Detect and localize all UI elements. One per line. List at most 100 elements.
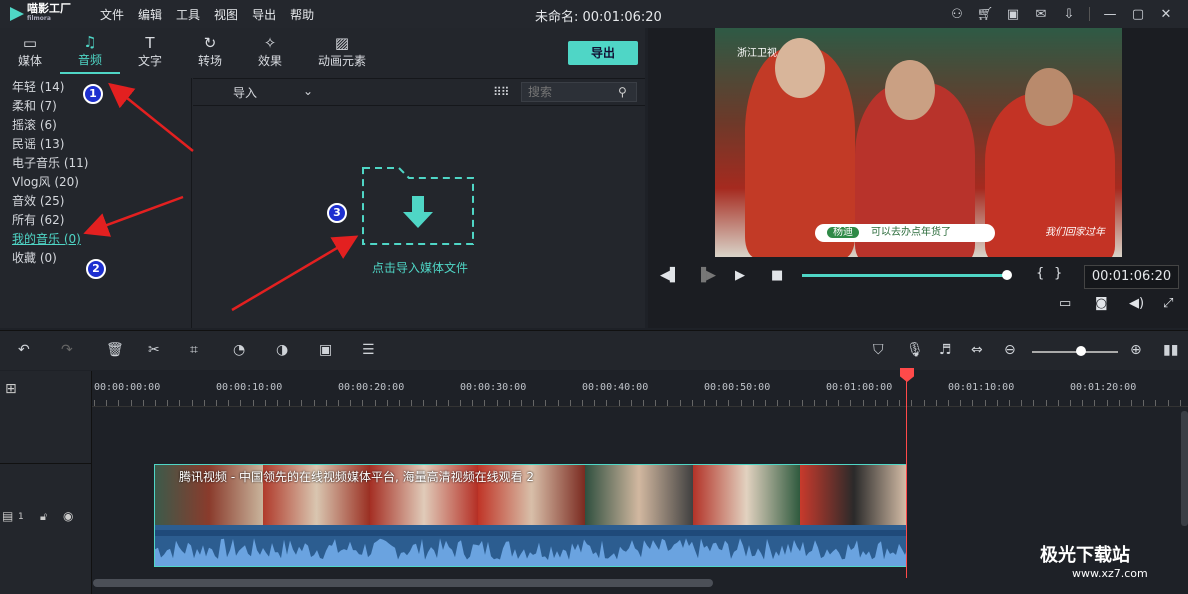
mark-out-icon[interactable]: } xyxy=(1054,266,1062,281)
ruler-tick xyxy=(838,400,840,406)
fit-icon[interactable]: ⇔ xyxy=(971,342,983,358)
menu-export[interactable]: 导出 xyxy=(252,6,276,23)
zoom-out-icon[interactable]: ⊖ xyxy=(1004,342,1016,358)
track-number: 1 xyxy=(18,512,24,522)
ruler-label: 00:00:10:00 xyxy=(216,382,283,393)
tab-transition[interactable]: ↻ 转场 xyxy=(180,28,240,74)
ruler-tick xyxy=(533,400,535,406)
category-item[interactable]: 所有 (62) xyxy=(0,211,191,230)
empty-track-header xyxy=(0,407,92,464)
grid-view-icon[interactable]: ⠿⠿ xyxy=(493,85,510,99)
redo-icon[interactable]: ↷ xyxy=(61,342,73,358)
menu-edit[interactable]: 编辑 xyxy=(138,6,162,23)
user-icon[interactable]: ⚇ xyxy=(943,7,971,22)
color-icon[interactable]: ◑ xyxy=(276,342,288,358)
cart-icon[interactable]: 🛒︎ xyxy=(971,7,999,22)
menu-view[interactable]: 视图 xyxy=(214,6,238,23)
speed-icon[interactable]: ◔ xyxy=(233,342,245,358)
close-icon[interactable]: ✕ xyxy=(1152,7,1180,22)
delete-icon[interactable]: 🗑︎ xyxy=(106,342,124,358)
tab-text[interactable]: T 文字 xyxy=(120,28,180,74)
crop-icon[interactable]: ⌗ xyxy=(190,342,198,358)
category-item[interactable]: 民谣 (13) xyxy=(0,135,191,154)
folder-drop-icon[interactable] xyxy=(361,166,475,246)
video-track-icon: ▤ xyxy=(2,509,14,523)
category-item[interactable]: 摇滚 (6) xyxy=(0,116,191,135)
prev-frame-icon[interactable]: ◀▌ xyxy=(660,268,680,283)
minimize-icon[interactable]: — xyxy=(1096,7,1124,22)
category-item[interactable]: Vlog风 (20) xyxy=(0,173,191,192)
ruler-tick xyxy=(1009,400,1010,406)
maximize-icon[interactable]: ▢ xyxy=(1124,7,1152,22)
tab-effects[interactable]: ✧ 效果 xyxy=(240,28,300,74)
playhead[interactable] xyxy=(906,371,907,578)
mail-icon[interactable]: ✉ xyxy=(1027,7,1055,22)
ruler-tick xyxy=(1143,400,1145,406)
download-icon[interactable]: ⇩ xyxy=(1055,7,1083,22)
ruler-tick xyxy=(1070,400,1071,406)
category-item[interactable]: 电子音乐 (11) xyxy=(0,154,191,173)
document-title: 未命名: 00:01:06:20 xyxy=(535,10,662,25)
ruler-tick xyxy=(362,400,364,406)
adjust-icon[interactable]: ☰ xyxy=(362,342,375,358)
marker-icon[interactable]: ⛉ xyxy=(873,342,884,358)
lock-icon[interactable]: 🔓︎ xyxy=(40,510,47,524)
timeline-vertical-scrollbar[interactable] xyxy=(1181,411,1188,526)
playback-progress[interactable] xyxy=(802,274,1007,277)
progress-handle[interactable] xyxy=(1002,270,1012,280)
track-headers: ⊞ ▤ 1 🔓︎ ◉ xyxy=(0,371,92,594)
category-my-music[interactable]: 我的音乐 (0) xyxy=(0,230,191,249)
snapshot-icon[interactable]: ◙ xyxy=(1095,296,1108,311)
menu-tools[interactable]: 工具 xyxy=(176,6,200,23)
video-figure xyxy=(775,38,825,98)
ruler-tick xyxy=(728,400,730,406)
export-button[interactable]: 导出 xyxy=(568,41,638,65)
tab-audio[interactable]: ♫ 音频 xyxy=(60,28,120,74)
render-icon[interactable]: ▭ xyxy=(1059,296,1071,311)
ruler-tick xyxy=(1094,400,1096,406)
ruler-tick xyxy=(850,400,852,406)
ruler-tick xyxy=(350,400,352,406)
ruler-tick xyxy=(630,400,632,406)
tab-elements[interactable]: ▨ 动画元素 xyxy=(300,28,384,74)
ruler-tick xyxy=(338,400,339,406)
add-track-icon[interactable]: ⊞ xyxy=(5,381,17,397)
stop-icon[interactable]: ■ xyxy=(771,268,783,283)
menu-file[interactable]: 文件 xyxy=(100,6,124,23)
import-dropdown[interactable]: 导入 ⌄ xyxy=(233,84,313,101)
panel-layout-icon[interactable]: ▮▮ xyxy=(1163,342,1178,358)
category-item[interactable]: 音效 (25) xyxy=(0,192,191,211)
timeline: ⊞ ▤ 1 🔓︎ ◉ 00:00:00:00 00:00:10:00 00:00… xyxy=(0,368,1188,594)
fullscreen-icon[interactable]: ⤢ xyxy=(1163,296,1173,311)
audio-mixer-icon[interactable]: ♬ xyxy=(939,342,952,358)
logo-subtext: filmora xyxy=(27,15,51,22)
undo-icon[interactable]: ↶ xyxy=(18,342,30,358)
chevron-down-icon: ⌄ xyxy=(302,83,313,98)
video-clip[interactable]: 腾讯视频 - 中国领先的在线视频媒体平台, 海量高清视频在线观看 2 xyxy=(154,464,907,567)
time-ruler[interactable]: 00:00:00:00 00:00:10:00 00:00:20:00 00:0… xyxy=(92,371,1188,407)
clip-thumbnail xyxy=(585,465,693,525)
cut-icon[interactable]: ✂ xyxy=(148,342,160,358)
video-preview: 浙江卫视 杨迪 可以去办点年货了 我们回家过年 xyxy=(715,28,1122,257)
ruler-tick xyxy=(545,400,547,406)
tab-media[interactable]: ▭ 媒体 xyxy=(0,28,60,74)
zoom-handle[interactable] xyxy=(1076,346,1086,356)
channel-logo: 浙江卫视 xyxy=(737,48,777,59)
search-input[interactable] xyxy=(528,85,618,99)
eye-icon[interactable]: ◉ xyxy=(63,509,73,523)
green-screen-icon[interactable]: ▣ xyxy=(319,342,332,358)
zoom-in-icon[interactable]: ⊕ xyxy=(1130,342,1142,358)
ruler-tick xyxy=(399,400,400,406)
search-icon[interactable]: ⚲ xyxy=(618,85,627,99)
volume-icon[interactable]: ◀) xyxy=(1129,296,1144,311)
save-icon[interactable]: ▣ xyxy=(999,7,1027,22)
import-media-label[interactable]: 点击导入媒体文件 xyxy=(345,259,495,276)
zoom-slider[interactable] xyxy=(1032,351,1118,353)
mark-in-icon[interactable]: { xyxy=(1036,266,1044,281)
next-frame-icon[interactable]: ▐▶ xyxy=(696,268,716,283)
ruler-label: 00:00:20:00 xyxy=(338,382,405,393)
timeline-scrollbar[interactable] xyxy=(93,579,713,587)
menu-help[interactable]: 帮助 xyxy=(290,6,314,23)
microphone-icon[interactable]: 🎙︎ xyxy=(906,342,924,358)
play-icon[interactable]: ▶ xyxy=(735,268,745,283)
